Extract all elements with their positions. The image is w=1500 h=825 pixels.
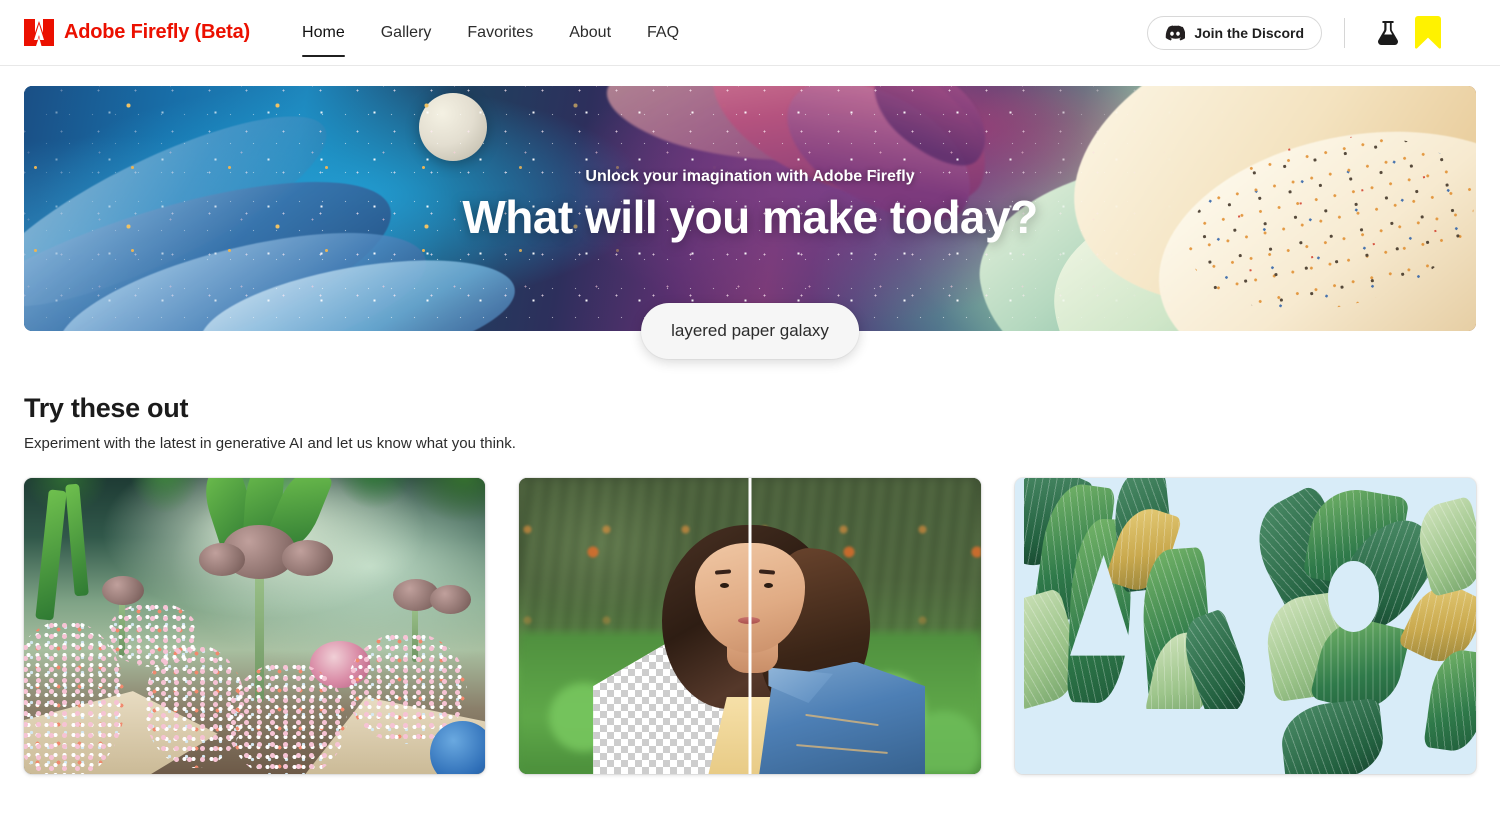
card-art-layer [1423, 646, 1476, 754]
nav-label: FAQ [647, 23, 680, 41]
card-art-layer [763, 583, 773, 589]
card-art-layer [519, 478, 981, 774]
section-subtitle: Experiment with the latest in generative… [24, 435, 516, 452]
card-art-layer [1014, 478, 1024, 774]
prompt-input-pill[interactable]: layered paper galaxy [641, 303, 859, 359]
nav-label: Gallery [380, 23, 432, 41]
card-art-layer [199, 543, 246, 576]
nav-item-about[interactable]: About [551, 0, 629, 65]
brand-logo[interactable]: Adobe Firefly (Beta) [24, 0, 250, 65]
nav-item-gallery[interactable]: Gallery [363, 0, 450, 65]
nav-label: About [569, 23, 612, 41]
nav-item-home[interactable]: Home [284, 0, 363, 65]
feature-card-list [24, 478, 1476, 774]
prompt-text: layered paper galaxy [671, 321, 829, 340]
header-actions: Join the Discord [1147, 13, 1476, 53]
nav-item-favorites[interactable]: Favorites [449, 0, 551, 65]
app-header: Adobe Firefly (Beta) Home Gallery Favori… [0, 0, 1500, 66]
try-these-out-section: Try these out Experiment with the latest… [24, 393, 1476, 774]
card-art-layer [1254, 702, 1283, 774]
hero-banner[interactable]: Unlock your imagination with Adobe Firef… [24, 86, 1476, 331]
hero-moon-shape [418, 93, 487, 162]
brand-name: Adobe Firefly (Beta) [64, 21, 251, 43]
feature-card-generative-fill[interactable] [519, 478, 981, 774]
card-art-layer [1278, 697, 1388, 774]
nav-label: Favorites [467, 23, 534, 41]
beaker-button[interactable] [1368, 13, 1408, 53]
section-title: Try these out [24, 393, 189, 423]
bookmark-button[interactable] [1408, 13, 1448, 53]
adobe-a-logo-icon [24, 19, 54, 46]
header-divider [1344, 17, 1345, 48]
card-art-layer [226, 661, 347, 774]
nav-label: Home [302, 23, 345, 41]
main-navigation: Home Gallery Favorites About FAQ [284, 0, 697, 65]
card-art-layer [1014, 708, 1255, 774]
card-art-layer [282, 540, 334, 576]
card-image-leaf-typography [1014, 478, 1476, 774]
before-after-split-line [748, 478, 752, 774]
card-image-portrait-before-after [519, 478, 981, 774]
flask-beaker-icon [1378, 20, 1398, 45]
join-discord-button[interactable]: Join the Discord [1147, 15, 1322, 50]
nav-item-faq[interactable]: FAQ [629, 0, 697, 65]
join-discord-label: Join the Discord [1194, 24, 1304, 41]
card-art-layer [102, 575, 144, 606]
bookmark-icon [1415, 15, 1441, 49]
hero-banner-wrapper: Unlock your imagination with Adobe Firef… [24, 86, 1476, 359]
discord-icon [1166, 25, 1186, 40]
card-image-fantasy-garden [24, 478, 486, 774]
feature-card-text-to-image[interactable] [24, 478, 486, 774]
card-art-layer [1014, 478, 1476, 774]
card-art-layer [1328, 560, 1380, 632]
feature-card-text-effects[interactable] [1014, 478, 1476, 774]
